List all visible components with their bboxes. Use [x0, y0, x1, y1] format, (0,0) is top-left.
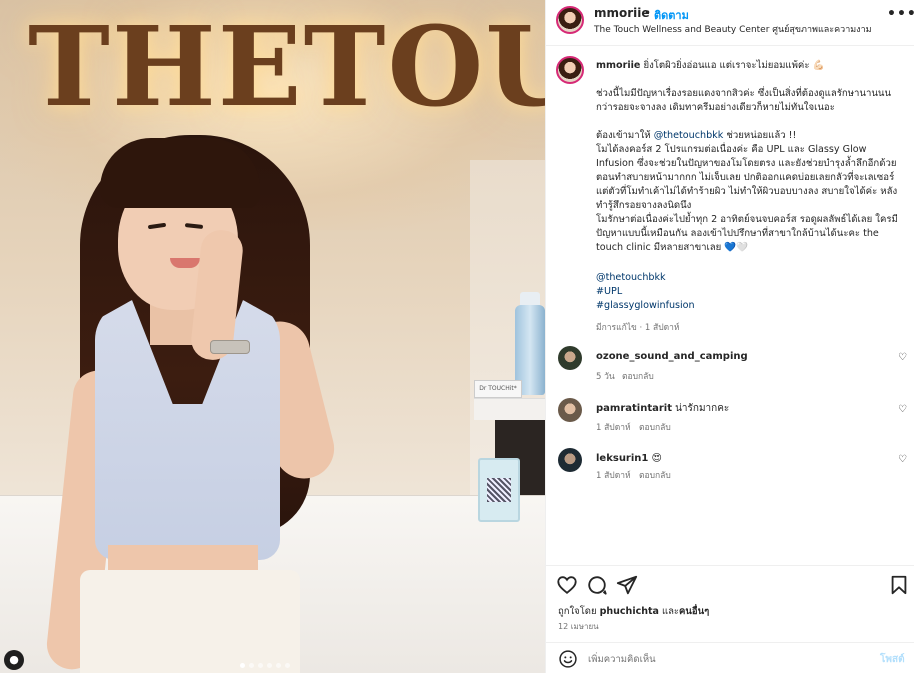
caption-text: ช่วยหน่อยแล้ว !! [726, 130, 797, 141]
post-header: mmoriie • ติดตาม The Touch Wellness and … [546, 0, 914, 46]
carousel-dot [285, 663, 290, 668]
comment-input[interactable] [588, 651, 848, 667]
caption-paragraph: โมได้ลงคอร์ส 2 โปรแกรมต่อเนื่องค่ะ คือ U… [596, 144, 898, 211]
share-icon[interactable] [616, 574, 638, 596]
comment-text: น่ารักมากคะ [675, 403, 730, 414]
commenter-username[interactable]: pamratintarit [596, 403, 672, 414]
mention-link[interactable]: @thetouchbkk [654, 130, 724, 141]
comment-time: 5 วัน [596, 372, 615, 382]
liked-by-and: และ [661, 606, 680, 617]
reply-button[interactable]: ตอบกลับ [622, 369, 654, 383]
reply-button[interactable]: ตอบกลับ [639, 468, 671, 482]
hashtag-link[interactable]: #glassyglowinfusion [596, 299, 901, 313]
carousel-dots [240, 663, 290, 668]
comment-text: 😍 [651, 453, 662, 464]
wristwatch [210, 340, 250, 354]
comment: ozone_sound_and_camping [596, 350, 901, 364]
more-options-icon[interactable]: ••• [887, 6, 914, 22]
caption-avatar[interactable] [556, 56, 584, 84]
hashtag-link[interactable]: #UPL [596, 285, 901, 299]
caption-paragraph: ช่วงนี้ไมมีปัญหาเรื่องรอยแดงจากสิวค่ะ ซึ… [596, 88, 892, 113]
comment-time: 1 สัปดาห์ [596, 423, 631, 433]
shelf [474, 398, 545, 420]
comment-heart-icon[interactable]: ♡ [898, 454, 907, 465]
post-comment-button[interactable]: โพสต์ [880, 652, 905, 667]
post-date[interactable]: 12 เมษายน [558, 620, 599, 633]
comment-heart-icon[interactable]: ♡ [898, 352, 907, 363]
clinic-sign: THETOUC [28, 2, 545, 131]
carousel-dot [249, 663, 254, 668]
liked-by-prefix: ถูกใจโดย [558, 606, 597, 617]
location-link[interactable]: The Touch Wellness and Beauty Center ศูน… [594, 22, 872, 36]
author-username[interactable]: mmoriie [594, 6, 650, 20]
caption-username[interactable]: mmoriie [596, 60, 640, 71]
mention-link[interactable]: @thetouchbkk [596, 271, 901, 285]
caption-text: ต้องเข้ามาให้ [596, 130, 651, 141]
tagged-user-icon[interactable]: ● [4, 650, 24, 670]
carousel-dot [240, 663, 245, 668]
post-actions: ถูกใจโดย phuchichta และคนอื่นๆ 12 เมษายน… [546, 565, 914, 673]
emoji-icon[interactable] [558, 649, 578, 669]
comment-heart-icon[interactable]: ♡ [898, 404, 907, 415]
comment-icon[interactable] [586, 574, 608, 596]
liked-by-others[interactable]: คนอื่นๆ [679, 606, 709, 617]
caption-meta: มีการแก้ไข · 1 สัปดาห์ [596, 323, 680, 333]
comment-bar: โพสต์ [546, 642, 914, 673]
reply-button[interactable]: ตอบกลับ [639, 420, 671, 434]
carousel-dot [276, 663, 281, 668]
post-photo[interactable]: THETOUC Dr TOUCHit* ● [0, 0, 545, 673]
bookmark-icon[interactable] [888, 574, 910, 596]
commenter-avatar[interactable] [558, 346, 582, 370]
carousel-dot [258, 663, 263, 668]
qr-code [487, 478, 511, 502]
caption-paragraph: โมรักษาต่อเนื่องค่ะไปย้ำทุก 2 อาทิตย์จนจ… [596, 214, 898, 253]
author-avatar[interactable] [556, 6, 584, 34]
comment-time: 1 สัปดาห์ [596, 471, 631, 481]
post-side-panel: mmoriie • ติดตาม The Touch Wellness and … [545, 0, 914, 673]
liked-by-user[interactable]: phuchichta [600, 606, 659, 617]
commenter-username[interactable]: leksurin1 [596, 453, 648, 464]
shelf-box: Dr TOUCHit* [474, 380, 522, 398]
comment: pamratintarit น่ารักมากคะ [596, 402, 901, 416]
caption-text: ยิ่งโตผิวยิ่งอ่อนแอ แต่เราจะไม่ยอมแพ้ค่ะ… [643, 60, 825, 71]
comment: leksurin1 😍 [596, 452, 901, 466]
comments-scroll[interactable]: mmoriie ยิ่งโตผิวยิ่งอ่อนแอ แต่เราจะไม่ย… [546, 46, 914, 536]
carousel-dot [267, 663, 272, 668]
commenter-username[interactable]: ozone_sound_and_camping [596, 351, 748, 362]
liked-by: ถูกใจโดย phuchichta และคนอื่นๆ [558, 604, 709, 619]
commenter-avatar[interactable] [558, 448, 582, 472]
hair-fringe [100, 138, 260, 208]
skirt [80, 570, 300, 673]
caption-first-line: mmoriie ยิ่งโตผิวยิ่งอ่อนแอ แต่เราจะไม่ย… [596, 59, 901, 73]
heart-icon[interactable] [556, 574, 578, 596]
separator-dot: • [644, 6, 652, 20]
caption-paragraph: ต้องเข้ามาให้ @thetouchbkk ช่วยหน่อยแล้ว… [596, 129, 901, 143]
commenter-avatar[interactable] [558, 398, 582, 422]
